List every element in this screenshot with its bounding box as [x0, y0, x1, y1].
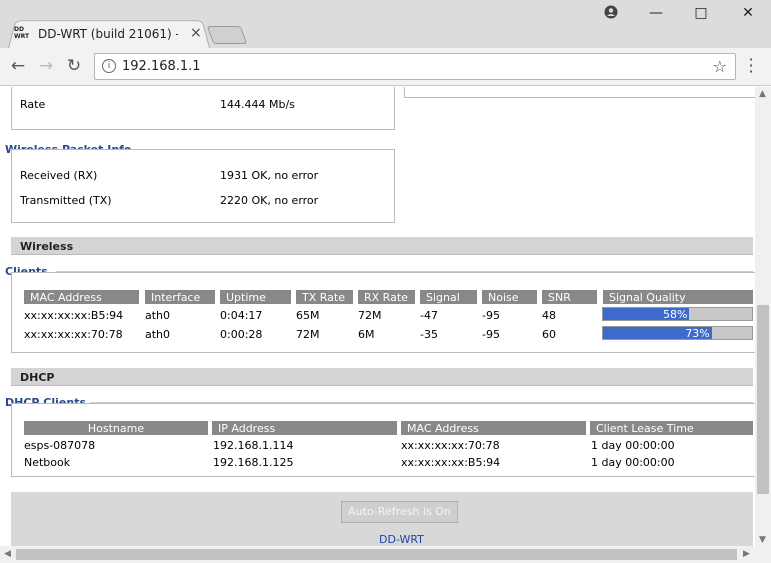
browser-tab-content[interactable]: DD WRT DD-WRT (build 21061) - I ×	[14, 24, 204, 46]
col-interface: Interface	[145, 290, 215, 304]
browser-titlebar: DD WRT DD-WRT (build 21061) - I × — □ ✕	[0, 0, 771, 48]
tab-title: DD-WRT (build 21061) - I	[38, 27, 178, 41]
vertical-scrollbar[interactable]: ▲ ▼	[755, 87, 771, 546]
col-snr: SNR	[542, 290, 597, 304]
ddwrt-footer-link[interactable]: DD-WRT	[379, 533, 424, 546]
dhcp-mac: xx:xx:xx:xx:70:78	[401, 439, 500, 452]
signal-quality-bar: 73%	[602, 326, 753, 340]
client-rx-rate: 6M	[358, 328, 375, 341]
client-tx-rate: 72M	[296, 328, 320, 341]
horizontal-scroll-thumb[interactable]	[16, 549, 737, 560]
client-mac: xx:xx:xx:xx:B5:94	[24, 309, 124, 322]
client-interface: ath0	[145, 309, 171, 322]
packet-info-box: Received (RX) 1931 OK, no error Transmit…	[11, 149, 395, 223]
client-uptime: 0:00:28	[220, 328, 263, 341]
tab-close-icon[interactable]: ×	[190, 25, 202, 41]
client-noise: -95	[482, 309, 500, 322]
close-window-icon[interactable]: ✕	[733, 5, 763, 25]
received-label: Received (RX)	[20, 169, 98, 182]
scroll-down-icon[interactable]: ▼	[759, 535, 766, 545]
col-lease-time: Client Lease Time	[590, 421, 753, 435]
reload-icon[interactable]: ↻	[64, 56, 84, 76]
signal-quality-bar: 58%	[602, 307, 753, 321]
dhcp-hostname: esps-087078	[24, 439, 96, 452]
received-value: 1931 OK, no error	[220, 169, 319, 182]
auto-refresh-button[interactable]: Auto-Refresh is On	[341, 501, 458, 523]
client-snr: 60	[542, 328, 556, 341]
col-mac-address: MAC Address	[24, 290, 139, 304]
maximize-icon[interactable]: □	[686, 5, 716, 25]
new-tab-button[interactable]	[206, 26, 248, 44]
client-noise: -95	[482, 328, 500, 341]
browser-menu-icon[interactable]: · · ·	[746, 52, 756, 80]
back-arrow-icon[interactable]: ←	[8, 56, 28, 76]
address-url[interactable]: 192.168.1.1	[122, 59, 201, 74]
client-snr: 48	[542, 309, 556, 322]
col-signal-quality: Signal Quality	[603, 290, 753, 304]
wireless-status-box: Rate 144.444 Mb/s	[11, 87, 395, 130]
horizontal-scrollbar[interactable]: ◀ ▶	[0, 546, 771, 563]
address-bar[interactable]: i 192.168.1.1 ☆	[94, 53, 736, 80]
profile-icon[interactable]	[596, 5, 626, 25]
forward-arrow-icon[interactable]: →	[36, 56, 56, 76]
col-hostname: Hostname	[24, 421, 208, 435]
footer-area: Auto-Refresh is On DD-WRT	[11, 492, 753, 546]
dhcp-ip: 192.168.1.125	[213, 456, 294, 469]
dhcp-hostname: Netbook	[24, 456, 71, 469]
transmitted-label: Transmitted (TX)	[20, 194, 112, 207]
rate-value: 144.444 Mb/s	[220, 98, 295, 111]
ddwrt-favicon-icon: DD WRT	[14, 26, 30, 40]
signal-quality-fill: 58%	[603, 308, 690, 321]
client-rx-rate: 72M	[358, 309, 382, 322]
vertical-scroll-thumb[interactable]	[757, 305, 769, 494]
col-rx-rate: RX Rate	[358, 290, 415, 304]
right-partial-box	[404, 87, 755, 98]
client-signal: -47	[420, 309, 438, 322]
scroll-right-icon[interactable]: ▶	[743, 549, 750, 559]
scroll-up-icon[interactable]: ▲	[759, 89, 766, 99]
col-dhcp-mac-address: MAC Address	[401, 421, 586, 435]
dhcp-mac: xx:xx:xx:xx:B5:94	[401, 456, 501, 469]
page-content: Rate 144.444 Mb/s Wireless Packet Info R…	[0, 87, 755, 546]
scroll-left-icon[interactable]: ◀	[4, 549, 11, 559]
client-tx-rate: 65M	[296, 309, 320, 322]
dhcp-section-header: DHCP	[11, 368, 753, 386]
col-signal: Signal	[420, 290, 477, 304]
wireless-section-header: Wireless	[11, 237, 753, 255]
client-uptime: 0:04:17	[220, 309, 263, 322]
col-ip-address: IP Address	[212, 421, 397, 435]
signal-quality-label: 73%	[685, 327, 710, 340]
transmitted-value: 2220 OK, no error	[220, 194, 319, 207]
signal-quality-label: 58%	[662, 308, 688, 321]
info-icon[interactable]: i	[102, 59, 116, 73]
dhcp-lease: 1 day 00:00:00	[591, 456, 675, 469]
client-mac: xx:xx:xx:xx:70:78	[24, 328, 123, 341]
col-noise: Noise	[482, 290, 537, 304]
minimize-icon[interactable]: —	[641, 5, 671, 25]
dhcp-lease: 1 day 00:00:00	[591, 439, 675, 452]
dhcp-ip: 192.168.1.114	[213, 439, 294, 452]
col-uptime: Uptime	[220, 290, 291, 304]
signal-quality-fill: 73%	[603, 327, 712, 340]
client-interface: ath0	[145, 328, 171, 341]
col-tx-rate: TX Rate	[296, 290, 353, 304]
browser-toolbar: ← → ↻ i 192.168.1.1 ☆ · · ·	[0, 48, 771, 86]
bookmark-star-icon[interactable]: ☆	[713, 57, 727, 76]
rate-label: Rate	[20, 98, 46, 111]
client-signal: -35	[420, 328, 438, 341]
